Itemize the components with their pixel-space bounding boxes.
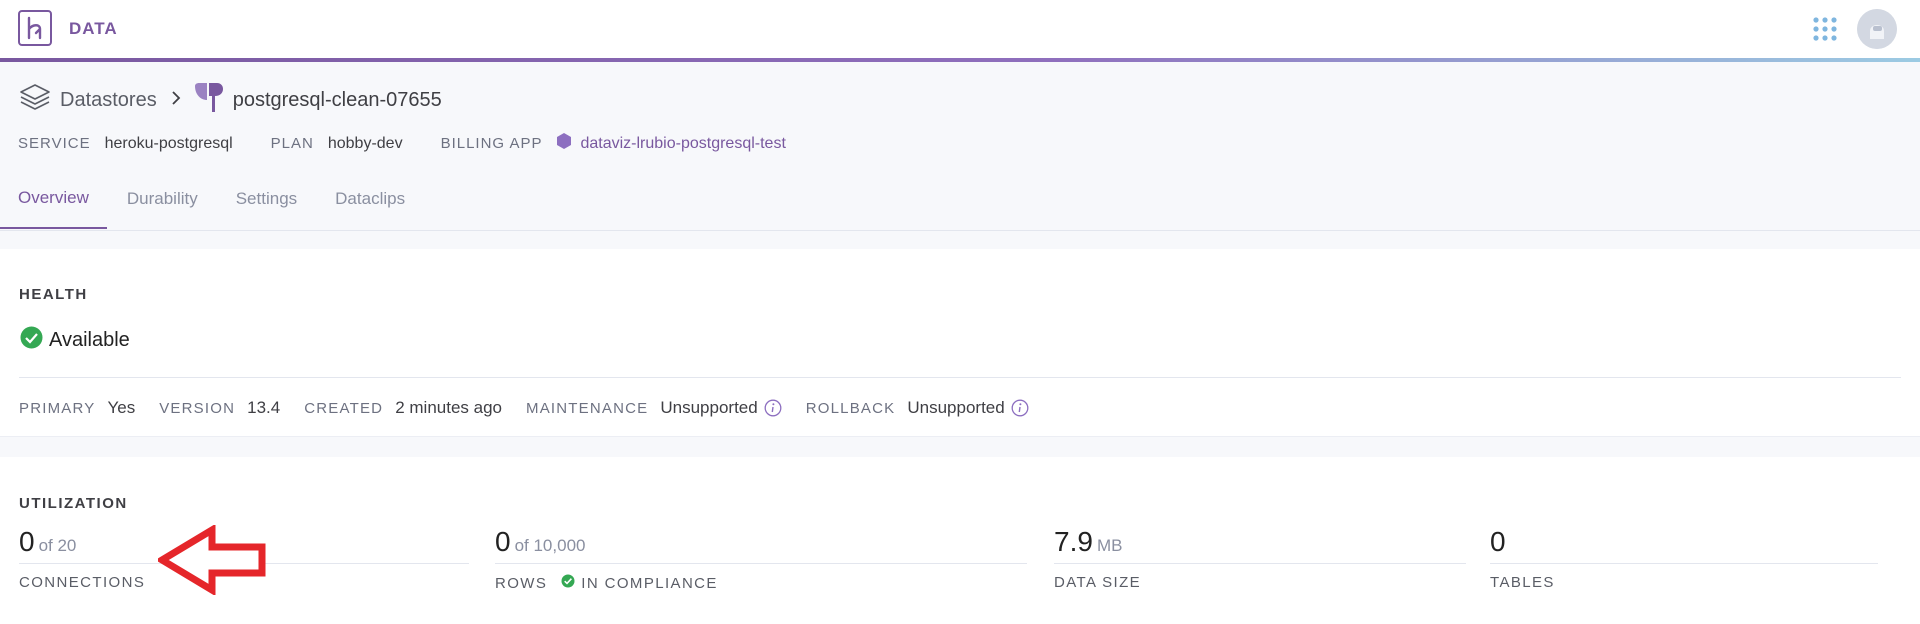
rows-label-group: ROWS IN COMPLIANCE [495,574,718,592]
connections-metric: 0 of 20 CONNECTIONS [19,526,469,591]
created-label: CREATED [304,399,384,417]
tables-value: 0 [1490,526,1506,557]
rollback-label: ROLLBACK [805,399,896,417]
maintenance-label: MAINTENANCE [526,399,649,417]
rows-value: 0 [495,526,511,557]
breadcrumb: Datastores postgresql-clean-07655 [18,82,442,118]
heroku-logo-icon[interactable] [18,10,52,46]
chevron-right-icon [171,90,181,111]
apps-grid-icon[interactable] [1812,16,1838,42]
datastore-header: Datastores postgresql-clean-07655 SERVIC… [0,62,1920,231]
tab-settings[interactable]: Settings [218,169,315,229]
health-divider [19,377,1901,378]
connections-label: CONNECTIONS [19,574,146,591]
maintenance-info-icon[interactable] [764,399,782,417]
tables-metric: 0 TABLES [1490,526,1878,591]
compliance-check-icon [561,574,575,592]
maintenance-value: Unsupported [660,398,758,417]
rollback-info-icon[interactable] [1011,399,1029,417]
breadcrumb-datastores[interactable]: Datastores [60,89,157,112]
billing-app-label: BILLING APP [440,135,543,152]
data-size-divider [1054,563,1466,564]
postgres-addon-icon [191,80,227,121]
datastore-meta: SERVICE heroku-postgresql PLAN hobby-dev… [18,132,786,155]
user-avatar-icon[interactable] [1857,9,1897,49]
data-size-unit: MB [1096,536,1123,555]
service-label: SERVICE [18,135,91,152]
connections-value: 0 [19,526,35,557]
rollback-value: Unsupported [907,398,1005,417]
connections-limit: of 20 [38,536,77,555]
tables-label: TABLES [1490,574,1555,591]
check-circle-icon [20,326,43,355]
plan-value: hobby-dev [327,134,403,152]
data-size-metric: 7.9 MB DATA SIZE [1054,526,1466,591]
compliance-text: IN COMPLIANCE [581,574,718,592]
health-stats: PRIMARY Yes VERSION 13.4 CREATED 2 minut… [19,398,1053,418]
health-status: Available [20,326,130,355]
tab-bar: Overview Durability Settings Dataclips [0,169,425,229]
rows-label: ROWS [495,574,548,592]
brand-label[interactable]: DATA [69,19,118,39]
utilization-title: UTILIZATION [19,495,128,512]
data-size-value: 7.9 [1054,526,1093,557]
rows-divider [495,563,1027,564]
section-gap-2 [0,436,1920,457]
created-value: 2 minutes ago [395,398,502,417]
plan-label: PLAN [270,135,314,152]
health-title: HEALTH [19,286,88,303]
version-label: VERSION [159,399,236,417]
section-gap [0,231,1920,249]
tab-overview[interactable]: Overview [0,169,107,229]
data-size-label: DATA SIZE [1054,574,1142,591]
datastores-stack-icon [18,81,52,120]
service-value: heroku-postgresql [104,134,233,152]
version-value: 13.4 [247,398,281,417]
compliance-badge: IN COMPLIANCE [561,574,718,592]
tables-divider [1490,563,1878,564]
tab-durability[interactable]: Durability [109,169,216,229]
billing-app-link[interactable]: dataviz-lrubio-postgresql-test [580,135,785,153]
red-arrow-annotation-icon [155,523,268,600]
health-status-text: Available [49,329,130,351]
primary-value: Yes [107,398,136,417]
rows-metric: 0 of 10,000 ROWS IN COMPLIANCE [495,526,1027,592]
utilization-card [0,457,1920,624]
breadcrumb-database-name: postgresql-clean-07655 [232,88,442,111]
rows-limit: of 10,000 [514,536,586,555]
primary-label: PRIMARY [19,399,96,417]
top-bar: DATA [0,0,1920,60]
tab-dataclips[interactable]: Dataclips [317,169,423,229]
app-hexagon-icon [556,132,572,155]
